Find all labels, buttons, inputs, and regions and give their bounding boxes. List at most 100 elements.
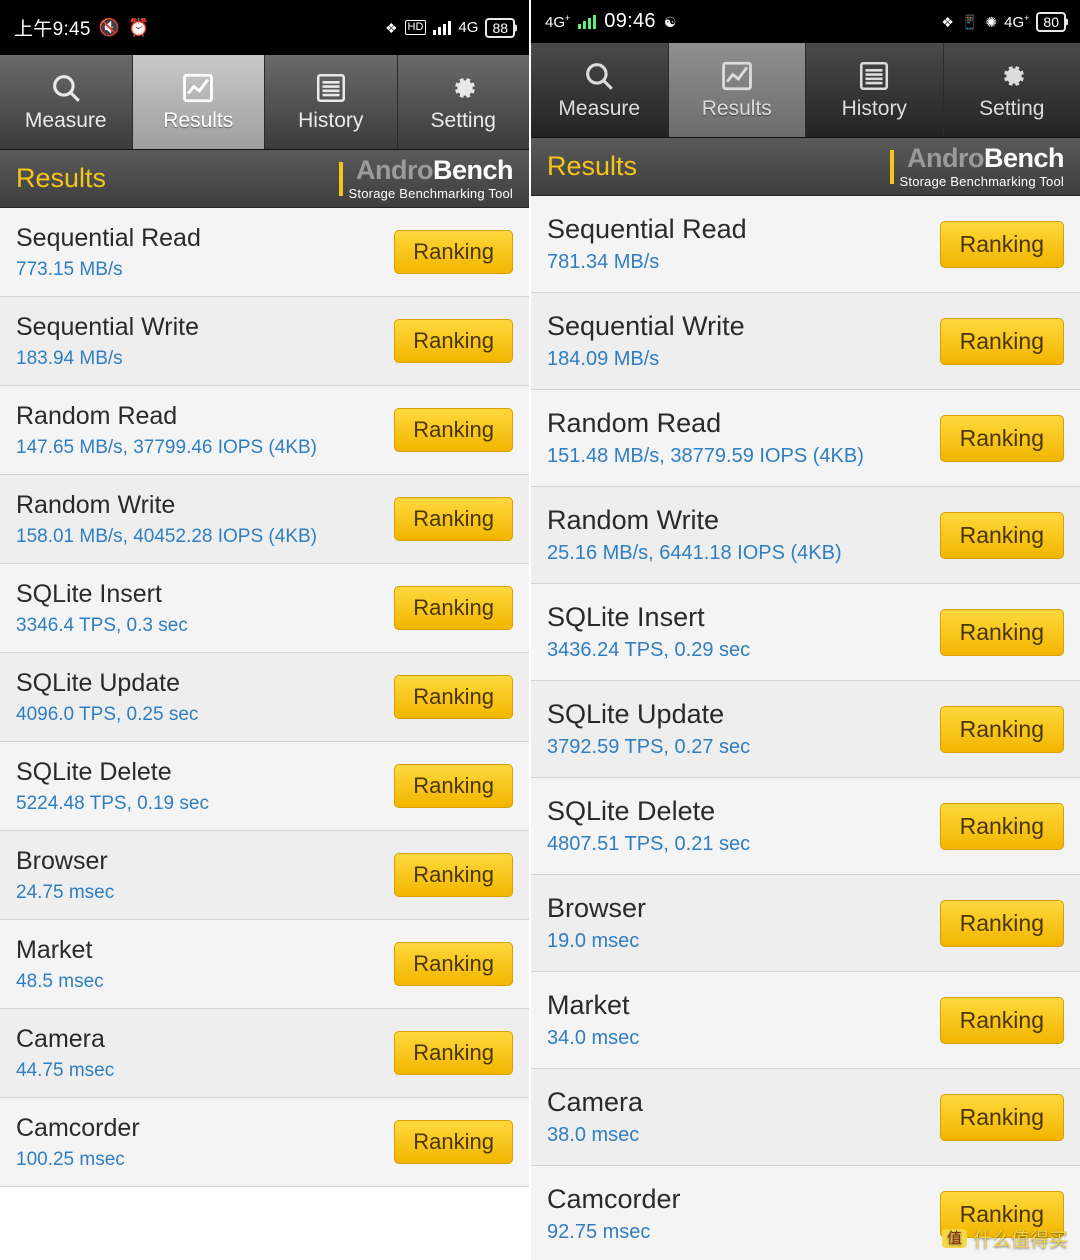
table-row[interactable]: Market 34.0 msec Ranking <box>531 972 1080 1069</box>
ranking-button[interactable]: Ranking <box>394 230 514 274</box>
ranking-button[interactable]: Ranking <box>394 942 514 986</box>
benchmark-value: 3436.24 TPS, 0.29 sec <box>547 639 751 661</box>
status-time: 09:46 <box>604 10 656 32</box>
ranking-button[interactable]: Ranking <box>394 764 514 808</box>
ranking-button[interactable]: Ranking <box>394 675 514 719</box>
ranking-button[interactable]: Ranking <box>939 317 1064 365</box>
ranking-button[interactable]: Ranking <box>939 220 1064 268</box>
benchmark-value: 151.48 MB/s, 38779.59 IOPS (4KB) <box>547 445 864 467</box>
benchmark-name: Random Write <box>16 490 176 519</box>
ranking-button[interactable]: Ranking <box>939 705 1064 753</box>
ranking-button[interactable]: Ranking <box>939 608 1064 656</box>
benchmark-value: 183.94 MB/s <box>16 347 123 369</box>
benchmark-name: Sequential Write <box>16 312 199 341</box>
logo-accent-bar <box>889 149 894 184</box>
table-row[interactable]: Random Write 158.01 MB/s, 40452.28 IOPS … <box>0 475 530 564</box>
table-row[interactable]: Sequential Read 773.15 MB/s Ranking <box>0 208 530 297</box>
left-tab-bar[interactable]: Measure Results History Setting <box>0 55 530 150</box>
brand-tagline: Storage Benchmarking Tool <box>899 174 1064 189</box>
ranking-button[interactable]: Ranking <box>394 1031 514 1075</box>
page-title: Results <box>16 163 107 193</box>
benchmark-value: 38.0 msec <box>547 1124 640 1146</box>
ranking-button[interactable]: Ranking <box>394 853 514 897</box>
benchmark-value: 25.16 MB/s, 6441.18 IOPS (4KB) <box>547 542 842 564</box>
tab-history[interactable]: History <box>806 43 944 137</box>
ranking-button[interactable]: Ranking <box>939 996 1064 1044</box>
table-row[interactable]: SQLite Insert 3436.24 TPS, 0.29 sec Rank… <box>531 584 1080 681</box>
table-row[interactable]: Camcorder 100.25 msec Ranking <box>0 1098 530 1187</box>
vibrate-icon: 📱 <box>960 13 979 30</box>
table-row[interactable]: SQLite Insert 3346.4 TPS, 0.3 sec Rankin… <box>0 564 530 653</box>
tab-history[interactable]: History <box>265 55 398 149</box>
benchmark-value: 4807.51 TPS, 0.21 sec <box>547 833 751 855</box>
ranking-button[interactable]: Ranking <box>939 899 1064 947</box>
table-row[interactable]: SQLite Delete 5224.48 TPS, 0.19 sec Rank… <box>0 742 530 831</box>
ranking-button[interactable]: Ranking <box>394 586 514 630</box>
left-results-list: Sequential Read 773.15 MB/s Ranking Sequ… <box>0 208 530 1187</box>
benchmark-value: 92.75 msec <box>547 1221 651 1243</box>
benchmark-name: Market <box>547 990 630 1020</box>
wifi-icon: ✺ <box>985 13 998 30</box>
benchmark-value: 34.0 msec <box>547 1027 640 1049</box>
table-row[interactable]: Random Write 25.16 MB/s, 6441.18 IOPS (4… <box>531 487 1080 584</box>
tab-results[interactable]: Results <box>132 55 265 149</box>
tab-label: Setting <box>979 97 1045 120</box>
benchmark-name: Sequential Read <box>547 214 747 244</box>
ranking-button[interactable]: Ranking <box>394 497 514 541</box>
watermark-badge: 值 <box>941 1229 967 1248</box>
table-row[interactable]: SQLite Update 3792.59 TPS, 0.27 sec Rank… <box>531 681 1080 778</box>
table-row[interactable]: Random Read 147.65 MB/s, 37799.46 IOPS (… <box>0 386 530 475</box>
benchmark-value: 781.34 MB/s <box>547 251 660 273</box>
ranking-button[interactable]: Ranking <box>939 1093 1064 1141</box>
table-row[interactable]: SQLite Delete 4807.51 TPS, 0.21 sec Rank… <box>531 778 1080 875</box>
benchmark-value: 100.25 msec <box>16 1148 125 1170</box>
left-title-bar: Results AndroBench Storage Benchmarking … <box>0 150 530 208</box>
table-row[interactable]: Random Read 151.48 MB/s, 38779.59 IOPS (… <box>531 390 1080 487</box>
ranking-button[interactable]: Ranking <box>939 414 1064 462</box>
right-tab-bar[interactable]: Measure Results History Setting <box>531 43 1080 138</box>
benchmark-name: SQLite Insert <box>16 579 162 608</box>
app-logo: AndroBench Storage Benchmarking Tool <box>338 155 514 200</box>
mute-icon: 🔇 <box>98 18 120 37</box>
table-row[interactable]: Sequential Read 781.34 MB/s Ranking <box>531 196 1080 293</box>
table-row[interactable]: Camera 38.0 msec Ranking <box>531 1069 1080 1166</box>
page-title: Results <box>547 151 638 181</box>
table-row[interactable]: Sequential Write 183.94 MB/s Ranking <box>0 297 530 386</box>
right-results-list: Sequential Read 781.34 MB/s Ranking Sequ… <box>531 196 1080 1260</box>
tab-label: Setting <box>430 109 496 132</box>
tab-measure[interactable]: Measure <box>531 43 669 137</box>
benchmark-name: Market <box>16 935 93 964</box>
benchmark-value: 44.75 msec <box>16 1059 115 1081</box>
table-row[interactable]: Sequential Write 184.09 MB/s Ranking <box>531 293 1080 390</box>
tab-label: Results <box>701 97 772 120</box>
tab-setting[interactable]: Setting <box>943 43 1080 137</box>
left-phone-panel: 上午9:45 🔇 ⏰ ❖ HD 4G 88 Measure Results Hi… <box>0 0 530 1260</box>
tab-setting[interactable]: Setting <box>397 55 529 149</box>
right-status-bar: 4G+ 09:46 ☯ ❖ 📱 ✺ 4G+ 80 <box>531 0 1080 43</box>
brand-name-part2: Bench <box>983 143 1065 173</box>
ranking-button[interactable]: Ranking <box>939 511 1064 559</box>
table-row[interactable]: Camera 44.75 msec Ranking <box>0 1009 530 1098</box>
benchmark-value: 24.75 msec <box>16 881 115 903</box>
network-type-label: 4G <box>458 19 479 36</box>
network-type-label-left: 4G+ <box>545 12 571 31</box>
table-row[interactable]: SQLite Update 4096.0 TPS, 0.25 sec Ranki… <box>0 653 530 742</box>
brand-name-part2: Bench <box>432 155 514 185</box>
tab-measure[interactable]: Measure <box>0 55 133 149</box>
battery-level: 80 <box>1036 11 1066 32</box>
ranking-button[interactable]: Ranking <box>394 319 514 363</box>
right-title-bar: Results AndroBench Storage Benchmarking … <box>531 138 1080 196</box>
brand-name-part1: Andro <box>356 155 433 185</box>
dual-phone-screenshot: 上午9:45 🔇 ⏰ ❖ HD 4G 88 Measure Results Hi… <box>0 0 1080 1260</box>
table-row[interactable]: Market 48.5 msec Ranking <box>0 920 530 1009</box>
ranking-button[interactable]: Ranking <box>394 1120 514 1164</box>
ranking-button[interactable]: Ranking <box>939 802 1064 850</box>
list-icon <box>314 71 348 105</box>
search-icon <box>49 71 83 105</box>
table-row[interactable]: Browser 24.75 msec Ranking <box>0 831 530 920</box>
tab-results[interactable]: Results <box>668 43 807 137</box>
benchmark-value: 5224.48 TPS, 0.19 sec <box>16 792 209 814</box>
table-row[interactable]: Browser 19.0 msec Ranking <box>531 875 1080 972</box>
benchmark-name: Sequential Write <box>547 311 745 341</box>
ranking-button[interactable]: Ranking <box>394 408 514 452</box>
